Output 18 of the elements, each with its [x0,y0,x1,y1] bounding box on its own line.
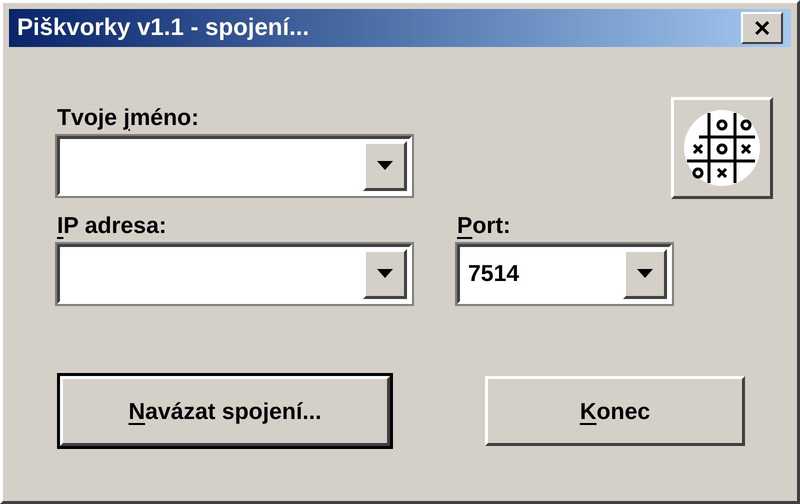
dropdown-button[interactable] [363,248,407,299]
field-label: Port: [457,211,512,240]
combo-box[interactable] [57,244,412,304]
field-label: IP adresa: [57,211,168,240]
window-title: Piškvorky v1.1 - spojení... [17,13,310,43]
dropdown-button[interactable] [623,248,667,299]
board-icon-button[interactable] [671,97,773,199]
tic-tac-toe-icon [683,109,761,187]
caret-icon [637,268,653,279]
caret-icon [377,160,393,171]
dropdown-button[interactable] [363,140,407,191]
combo-box[interactable] [57,136,412,196]
caret-icon [377,268,393,279]
field-label: Tvoje jméno: [57,103,200,132]
close-button[interactable]: ✕ [741,12,783,44]
dialog-button[interactable]: Konec [485,376,745,446]
dialog-button[interactable]: Navázat spojení... [60,376,390,446]
combo-box[interactable]: 7514 [457,244,672,304]
